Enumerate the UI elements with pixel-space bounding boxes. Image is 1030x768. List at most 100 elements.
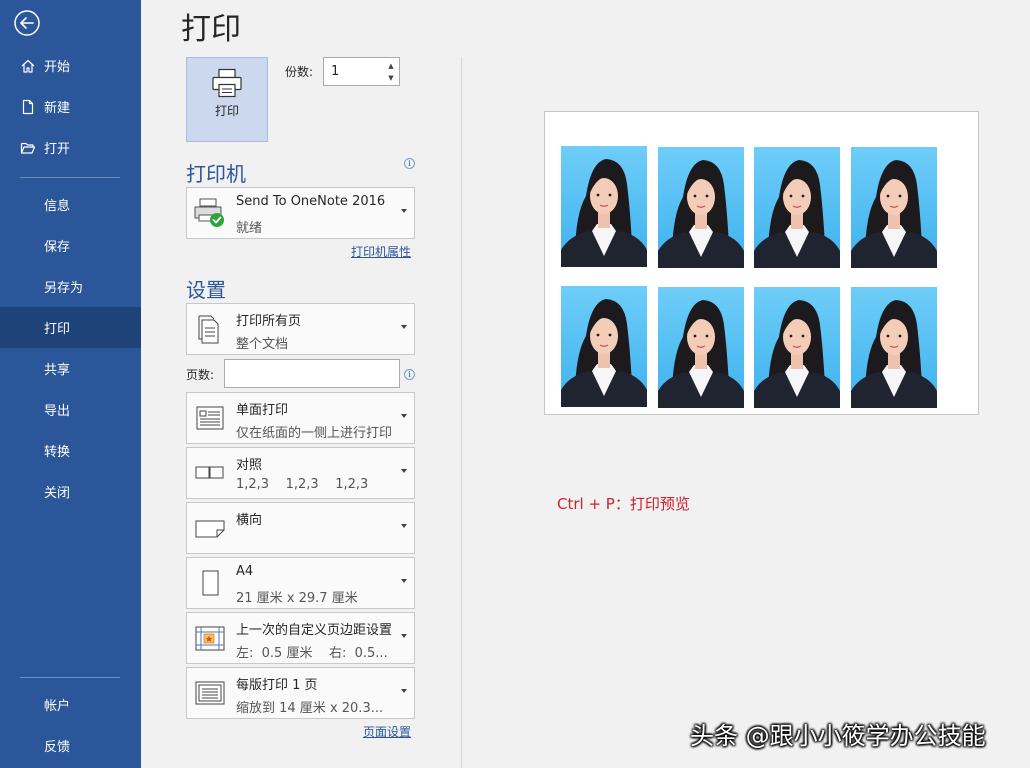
paper-size-dropdown[interactable]: A4 21 厘米 x 29.7 厘米: [186, 557, 415, 609]
nav-label: 新建: [44, 101, 71, 116]
open-folder-icon: [20, 140, 36, 156]
new-doc-icon: [20, 99, 36, 115]
landscape-icon: [193, 512, 227, 544]
margins-dropdown[interactable]: 上一次的自定义页边距设置 左: 0.5 厘米 右: 0.5...: [186, 612, 415, 664]
nav-label: 另存为: [44, 281, 84, 296]
sides-dropdown[interactable]: 单面打印 仅在纸面的一侧上进行打印: [186, 392, 415, 444]
nav-item-transform[interactable]: 转换: [0, 430, 141, 471]
pages-per-sheet-title: 每版打印 1 页: [236, 678, 318, 693]
collate-sub: 1,2,3 1,2,3 1,2,3: [236, 477, 369, 492]
chevron-down-icon: [401, 579, 407, 583]
paper-size-title: A4: [236, 564, 254, 579]
chevron-down-icon: [401, 209, 407, 213]
home-icon: [20, 58, 36, 74]
watermark: 头条 @跟小小筱学办公技能: [690, 722, 986, 750]
nav-item-share[interactable]: 共享: [0, 348, 141, 389]
pages-per-sheet-icon: [193, 677, 227, 709]
nav-item-open[interactable]: 打开: [0, 127, 141, 168]
nav-item-new[interactable]: 新建: [0, 86, 141, 127]
copies-value[interactable]: 1: [331, 64, 339, 79]
nav-item-save-as[interactable]: 另存为: [0, 266, 141, 307]
pages-per-sheet-sub: 缩放到 14 厘米 x 20.3...: [236, 701, 384, 716]
margins-title: 上一次的自定义页边距设置: [236, 623, 393, 638]
print-range-sub: 整个文档: [236, 337, 289, 352]
id-photo: [754, 147, 840, 268]
print-range-dropdown[interactable]: 打印所有页 整个文档: [186, 303, 415, 355]
chevron-down-icon: [401, 414, 407, 418]
margins-icon: [193, 622, 227, 654]
print-preview-page: [544, 111, 979, 415]
nav-item-print[interactable]: 打印: [0, 307, 141, 348]
orientation-title: 横向: [236, 513, 263, 528]
nav-label: 信息: [44, 199, 71, 214]
chevron-down-icon: [401, 469, 407, 473]
printer-status-icon: [193, 197, 227, 229]
margins-sub: 左: 0.5 厘米 右: 0.5...: [236, 646, 388, 661]
collate-title: 对照: [236, 458, 263, 473]
nav-label: 帐户: [44, 699, 71, 714]
id-photo: [561, 146, 647, 267]
printer-section-header: 打印机: [186, 162, 246, 186]
nav-label: 反馈: [44, 740, 71, 755]
id-photo: [851, 147, 937, 268]
nav-item-account[interactable]: 帐户: [0, 684, 141, 725]
copies-label: 份数:: [285, 65, 314, 79]
nav-label: 打印: [44, 322, 71, 337]
sides-sub: 仅在纸面的一侧上进行打印: [236, 426, 393, 441]
sides-title: 单面打印: [236, 403, 289, 418]
chevron-down-icon: [401, 524, 407, 528]
printer-dropdown[interactable]: Send To OneNote 2016 就绪: [186, 187, 415, 239]
info-icon[interactable]: i: [404, 369, 415, 380]
nav-item-home[interactable]: 开始: [0, 45, 141, 86]
nav-label: 导出: [44, 404, 71, 419]
collate-dropdown[interactable]: 对照 1,2,3 1,2,3 1,2,3: [186, 447, 415, 499]
shortcut-annotation: Ctrl + P：打印预览: [557, 495, 690, 513]
pages-icon: [193, 313, 227, 345]
settings-section-header: 设置: [186, 278, 226, 302]
collate-icon: [193, 457, 227, 489]
nav-label: 关闭: [44, 486, 71, 501]
nav-item-save[interactable]: 保存: [0, 225, 141, 266]
orientation-dropdown[interactable]: 横向: [186, 502, 415, 554]
id-photo: [754, 287, 840, 408]
printer-icon: [212, 68, 242, 98]
print-button-label: 打印: [214, 104, 239, 118]
copies-stepper[interactable]: 1 ▲ ▼: [323, 57, 400, 86]
paper-icon: [193, 567, 227, 599]
paper-size-sub: 21 厘米 x 29.7 厘米: [236, 591, 358, 606]
backstage-sidebar: 开始 新建 打开 信息 保存 另存为 打印 共享 导出 转换 关闭 帐户 反馈: [0, 0, 141, 768]
spin-down-icon[interactable]: ▼: [386, 73, 396, 83]
id-photo: [658, 287, 744, 408]
pages-label: 页数:: [186, 368, 215, 382]
nav-item-export[interactable]: 导出: [0, 389, 141, 430]
nav-label: 打开: [44, 142, 71, 157]
printer-properties-link[interactable]: 打印机属性: [351, 243, 411, 260]
chevron-down-icon: [401, 325, 407, 329]
page-setup-link[interactable]: 页面设置: [363, 723, 411, 740]
sidebar-divider: [20, 177, 120, 178]
info-icon[interactable]: i: [404, 158, 415, 169]
pages-input[interactable]: [224, 359, 400, 388]
print-range-title: 打印所有页: [236, 314, 302, 329]
nav-label: 保存: [44, 240, 71, 255]
pages-per-sheet-dropdown[interactable]: 每版打印 1 页 缩放到 14 厘米 x 20.3...: [186, 667, 415, 719]
spin-up-icon[interactable]: ▲: [386, 61, 396, 71]
back-arrow-icon[interactable]: [12, 8, 42, 38]
one-sided-icon: [193, 402, 227, 434]
nav-label: 转换: [44, 445, 71, 460]
id-photo: [561, 286, 647, 407]
id-photo: [851, 287, 937, 408]
chevron-down-icon: [401, 634, 407, 638]
nav-item-close[interactable]: 关闭: [0, 471, 141, 512]
print-button[interactable]: 打印: [186, 57, 268, 142]
nav-item-info[interactable]: 信息: [0, 184, 141, 225]
nav-item-feedback[interactable]: 反馈: [0, 725, 141, 766]
printer-status: 就绪: [236, 221, 263, 236]
nav-label: 开始: [44, 60, 71, 75]
nav-label: 共享: [44, 363, 71, 378]
chevron-down-icon: [401, 689, 407, 693]
id-photo: [658, 147, 744, 268]
page-title: 打印: [181, 12, 241, 47]
panel-divider: [461, 57, 462, 768]
sidebar-divider: [20, 677, 120, 678]
